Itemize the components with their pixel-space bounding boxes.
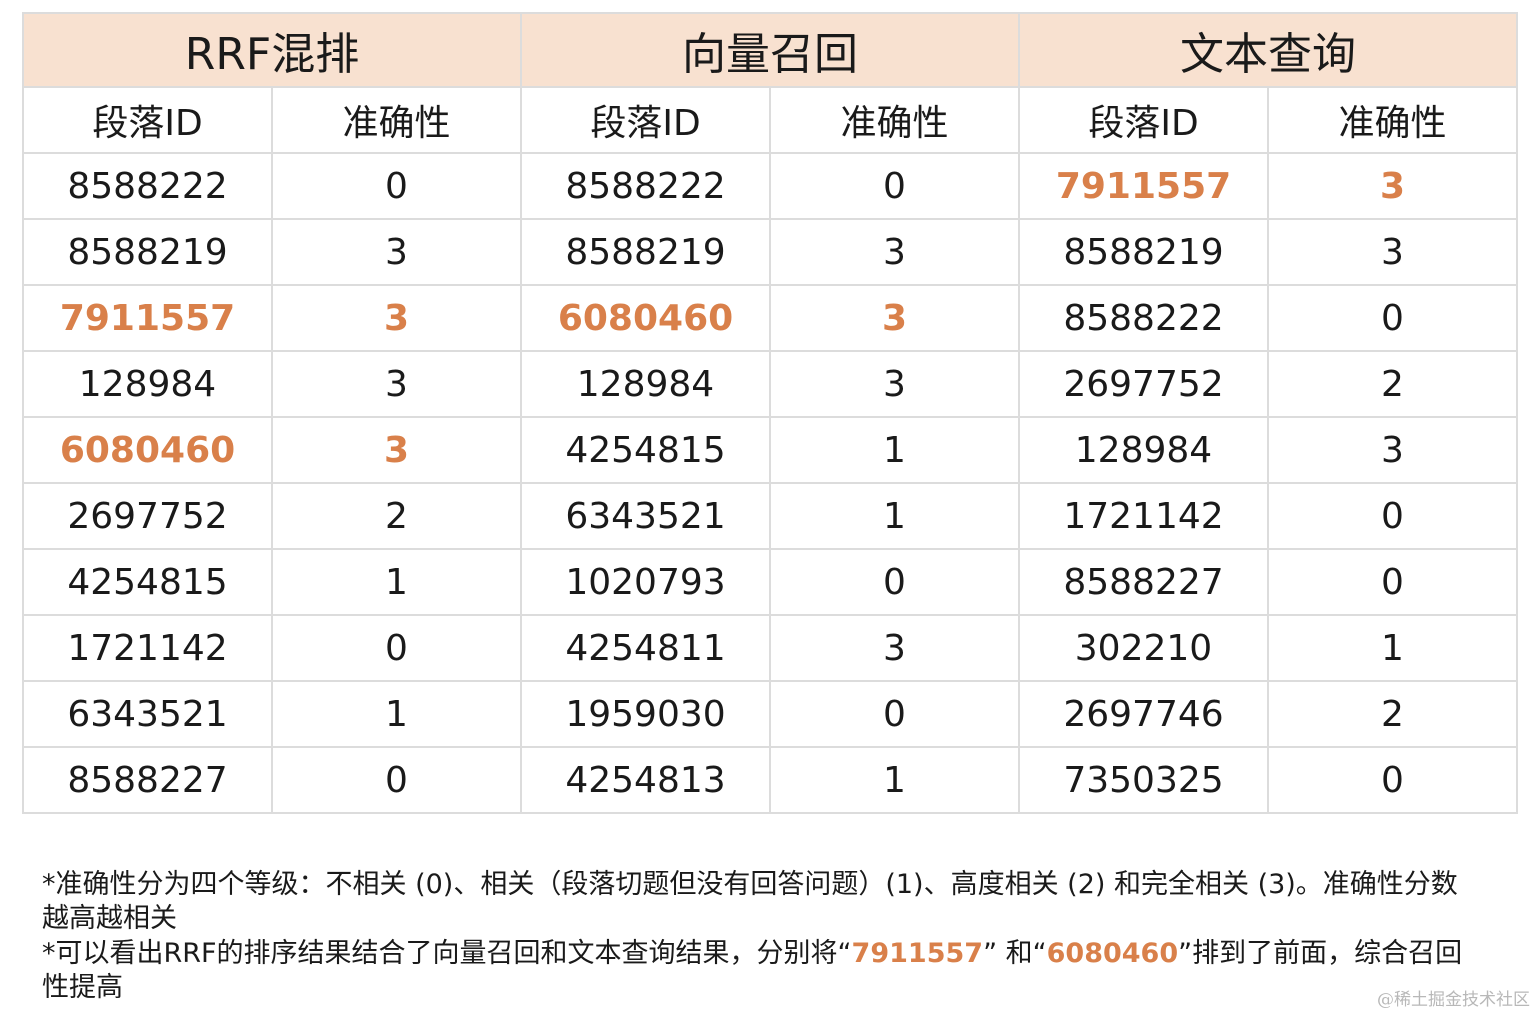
footnote-text: ” 和“ bbox=[983, 938, 1047, 969]
table-cell: 1 bbox=[769, 746, 1020, 814]
table-cell: 2 bbox=[1267, 680, 1518, 748]
table-cell: 3 bbox=[271, 284, 522, 352]
group-header-text: 文本查询 bbox=[1018, 12, 1518, 88]
table-cell: 8588222 bbox=[1018, 284, 1269, 352]
table-cell: 0 bbox=[769, 548, 1020, 616]
table-cell: 8588227 bbox=[22, 746, 273, 814]
table-row: 8588222 0 8588222 0 7911557 3 bbox=[22, 152, 1518, 220]
footnote-accuracy-scale: *准确性分为四个等级：不相关 (0)、相关（段落切题但没有回答问题）(1)、高度… bbox=[42, 869, 1458, 934]
sub-header-cell: 准确性 bbox=[769, 86, 1020, 154]
sub-header-cell: 准确性 bbox=[1267, 86, 1518, 154]
table-cell: 2697752 bbox=[1018, 350, 1269, 418]
table-cell: 4254811 bbox=[520, 614, 771, 682]
table-row: 8588227 0 4254813 1 7350325 0 bbox=[22, 746, 1518, 814]
table-cell: 128984 bbox=[1018, 416, 1269, 484]
table-cell: 6080460 bbox=[520, 284, 771, 352]
table-cell: 8588227 bbox=[1018, 548, 1269, 616]
table-cell: 1959030 bbox=[520, 680, 771, 748]
table-cell: 1 bbox=[769, 482, 1020, 550]
footnote-rrf-conclusion: *可以看出RRF的排序结果结合了向量召回和文本查询结果，分别将“7911557”… bbox=[42, 937, 1482, 1005]
table-cell: 3 bbox=[769, 350, 1020, 418]
footnotes: *准确性分为四个等级：不相关 (0)、相关（段落切题但没有回答问题）(1)、高度… bbox=[42, 868, 1482, 1006]
table-cell: 4254815 bbox=[520, 416, 771, 484]
table-cell: 3 bbox=[1267, 218, 1518, 286]
table-cell: 1721142 bbox=[22, 614, 273, 682]
table-cell: 0 bbox=[769, 152, 1020, 220]
table-cell: 0 bbox=[1267, 482, 1518, 550]
table-cell: 3 bbox=[769, 614, 1020, 682]
table-cell: 3 bbox=[769, 218, 1020, 286]
table-cell: 6343521 bbox=[22, 680, 273, 748]
table-row: 128984 3 128984 3 2697752 2 bbox=[22, 350, 1518, 418]
group-header-rrf: RRF混排 bbox=[22, 12, 522, 88]
results-table: RRF混排 向量召回 文本查询 段落ID 准确性 段落ID 准确性 段落ID 准… bbox=[22, 12, 1518, 814]
table-cell: 1721142 bbox=[1018, 482, 1269, 550]
table-cell: 6343521 bbox=[520, 482, 771, 550]
group-header-vector: 向量召回 bbox=[520, 12, 1020, 88]
table-row: 4254815 1 1020793 0 8588227 0 bbox=[22, 548, 1518, 616]
sub-header-cell: 准确性 bbox=[271, 86, 522, 154]
sub-header-cell: 段落ID bbox=[22, 86, 273, 154]
table-cell: 0 bbox=[271, 614, 522, 682]
table-cell: 0 bbox=[769, 680, 1020, 748]
table-cell: 8588222 bbox=[520, 152, 771, 220]
group-header-row: RRF混排 向量召回 文本查询 bbox=[22, 12, 1518, 88]
table-cell: 4254813 bbox=[520, 746, 771, 814]
table-cell: 0 bbox=[271, 746, 522, 814]
table-cell: 1020793 bbox=[520, 548, 771, 616]
sub-header-cell: 段落ID bbox=[520, 86, 771, 154]
table-cell: 6080460 bbox=[22, 416, 273, 484]
table-cell: 3 bbox=[1267, 416, 1518, 484]
results-table-container: RRF混排 向量召回 文本查询 段落ID 准确性 段落ID 准确性 段落ID 准… bbox=[22, 12, 1518, 814]
table-cell: 7911557 bbox=[1018, 152, 1269, 220]
table-cell: 128984 bbox=[520, 350, 771, 418]
table-cell: 1 bbox=[769, 416, 1020, 484]
table-cell: 3 bbox=[271, 416, 522, 484]
table-cell: 2697752 bbox=[22, 482, 273, 550]
table-cell: 3 bbox=[271, 218, 522, 286]
table-row: 8588219 3 8588219 3 8588219 3 bbox=[22, 218, 1518, 286]
table-cell: 7350325 bbox=[1018, 746, 1269, 814]
table-cell: 8588219 bbox=[1018, 218, 1269, 286]
table-cell: 3 bbox=[769, 284, 1020, 352]
table-cell: 8588219 bbox=[520, 218, 771, 286]
table-cell: 1 bbox=[271, 548, 522, 616]
table-cell: 4254815 bbox=[22, 548, 273, 616]
table-cell: 1 bbox=[271, 680, 522, 748]
table-cell: 0 bbox=[1267, 284, 1518, 352]
table-row: 1721142 0 4254811 3 302210 1 bbox=[22, 614, 1518, 682]
table-cell: 2697746 bbox=[1018, 680, 1269, 748]
sub-header-row: 段落ID 准确性 段落ID 准确性 段落ID 准确性 bbox=[22, 86, 1518, 154]
table-cell: 3 bbox=[1267, 152, 1518, 220]
table-cell: 8588219 bbox=[22, 218, 273, 286]
table-row: 6080460 3 4254815 1 128984 3 bbox=[22, 416, 1518, 484]
table-row: 2697752 2 6343521 1 1721142 0 bbox=[22, 482, 1518, 550]
watermark: @稀土掘金技术社区 bbox=[1377, 990, 1530, 1010]
table-body: 8588222 0 8588222 0 7911557 3 8588219 3 … bbox=[22, 152, 1518, 814]
table-cell: 302210 bbox=[1018, 614, 1269, 682]
table-cell: 0 bbox=[1267, 746, 1518, 814]
table-cell: 0 bbox=[1267, 548, 1518, 616]
highlight-id: 6080460 bbox=[1046, 938, 1179, 969]
table-cell: 2 bbox=[271, 482, 522, 550]
table-cell: 7911557 bbox=[22, 284, 273, 352]
table-row: 7911557 3 6080460 3 8588222 0 bbox=[22, 284, 1518, 352]
highlight-id: 7911557 bbox=[851, 938, 984, 969]
table-cell: 8588222 bbox=[22, 152, 273, 220]
table-cell: 2 bbox=[1267, 350, 1518, 418]
sub-header-cell: 段落ID bbox=[1018, 86, 1269, 154]
table-cell: 0 bbox=[271, 152, 522, 220]
table-cell: 128984 bbox=[22, 350, 273, 418]
table-cell: 3 bbox=[271, 350, 522, 418]
table-cell: 1 bbox=[1267, 614, 1518, 682]
footnote-text: *可以看出RRF的排序结果结合了向量召回和文本查询结果，分别将“ bbox=[42, 938, 852, 969]
table-row: 6343521 1 1959030 0 2697746 2 bbox=[22, 680, 1518, 748]
